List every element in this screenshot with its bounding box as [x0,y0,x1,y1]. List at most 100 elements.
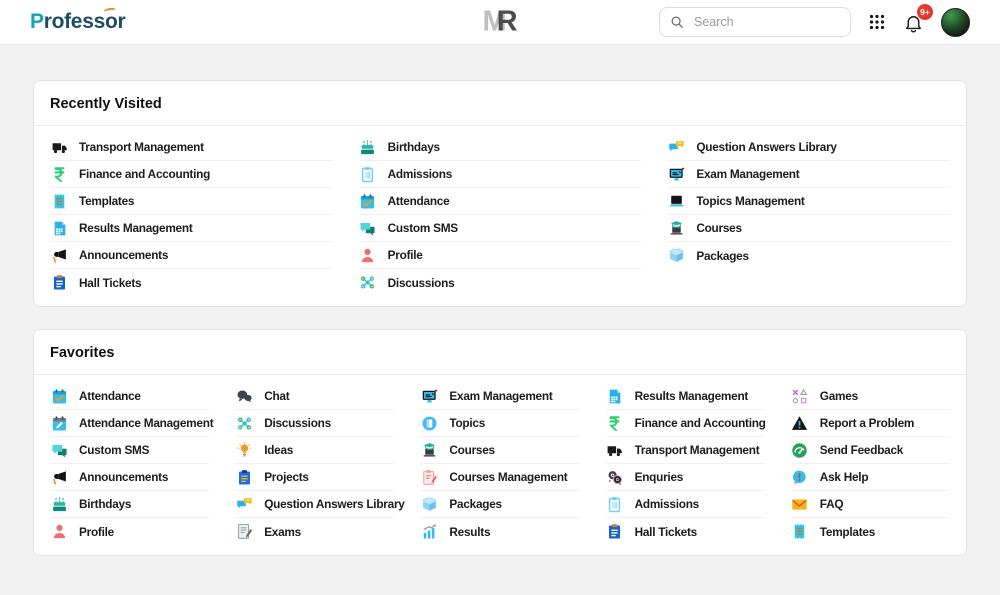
menu-item-packages[interactable]: Packages [667,242,950,269]
menu-item-label: Courses [449,443,495,457]
menu-item-profile[interactable]: Profile [358,242,642,269]
menu-item-courses[interactable]: Courses [420,437,580,464]
menu-item-enquries[interactable]: Enquries [605,464,765,491]
search-input[interactable] [692,14,840,30]
bar-chart-icon [420,523,438,541]
calendar-check-icon [50,387,68,405]
menu-item-birthdays[interactable]: Birthdays [50,491,210,518]
apps-grid-button[interactable] [868,13,886,31]
menu-item-question-answers-library[interactable]: Question Answers Library [667,134,950,161]
menu-item-announcements[interactable]: Announcements [50,242,333,269]
brand-letter-o: o [103,7,118,34]
menu-item-report-a-problem[interactable]: Report a Problem [790,410,950,437]
brand-letter-p: P [30,10,44,33]
warning-triangle-icon [791,414,809,432]
menu-item-announcements[interactable]: Announcements [50,464,210,491]
menu-item-topics[interactable]: Topics [420,410,580,437]
menu-item-label: Question Answers Library [696,140,837,154]
menu-item-label: Profile [387,248,423,262]
receipt-icon [791,523,809,541]
menu-item-packages[interactable]: Packages [420,491,580,518]
menu-column: Exam Management Topics Courses Courses Mana… [420,383,580,545]
chat-dark-icon [235,387,253,405]
truck-icon [50,138,68,156]
menu-item-attendance[interactable]: Attendance [50,383,210,410]
menu-item-custom-sms[interactable]: Custom SMS [50,437,210,464]
menu-item-label: Custom SMS [79,443,150,457]
menu-item-ideas[interactable]: Ideas [235,437,395,464]
menu-item-attendance-management[interactable]: Attendance Management [50,410,214,437]
menu-item-templates[interactable]: Templates [791,518,950,545]
menu-item-courses[interactable]: Courses [667,215,950,242]
menu-item-results-management[interactable]: Results Management [50,215,333,242]
menu-item-label: Hall Tickets [634,524,698,539]
brand-logo[interactable]: Profess o r [30,7,126,34]
menu-item-question-answers-library[interactable]: Question Answers Library [235,491,405,518]
network-icon [235,414,253,432]
menu-item-results[interactable]: Results [420,518,579,545]
network-icon [359,274,377,292]
menu-item-exam-management[interactable]: Exam Management [667,161,950,188]
menu-item-label: Custom SMS [387,221,459,235]
menu-item-templates[interactable]: Templates [50,188,333,215]
menu-item-label: Attendance [387,194,450,208]
menu-item-courses-management[interactable]: Courses Management [420,464,580,491]
rupee-icon [50,165,68,183]
menu-item-exams[interactable]: Exams [235,518,394,545]
menu-item-projects[interactable]: Projects [235,464,395,491]
notifications-button[interactable]: 9+ [903,3,933,33]
megaphone-icon [50,246,68,264]
menu-item-label: Packages [449,497,502,511]
document-grid-icon [606,387,624,405]
menu-item-label: Attendance Management [79,416,214,430]
mr-logo-r: R [496,5,518,38]
menu-item-label: Finance and Accounting [79,167,211,181]
search-box[interactable] [659,7,851,37]
user-avatar[interactable] [941,7,970,37]
menu-item-ask-help[interactable]: Ask Help [790,464,950,491]
clipboard-light-icon [359,165,377,183]
menu-item-finance-and-accounting[interactable]: Finance and Accounting [50,161,333,188]
menu-item-profile[interactable]: Profile [50,518,209,545]
menu-item-label: Enquries [634,470,684,484]
menu-item-label: Courses [696,221,742,235]
menu-column: Results Management Finance and Accounting… [605,383,766,545]
menu-item-send-feedback[interactable]: Send Feedback [790,437,950,464]
menu-item-hall-tickets[interactable]: Hall Tickets [606,518,765,545]
menu-item-transport-management[interactable]: Transport Management [50,134,333,161]
menu-item-label: Attendance [79,389,141,403]
menu-item-admissions[interactable]: Admissions [605,491,765,518]
menu-item-chat[interactable]: Chat [235,383,395,410]
menu-item-custom-sms[interactable]: Custom SMS [358,215,642,242]
truck-icon [606,441,624,459]
game-shapes-icon [791,387,809,405]
menu-item-attendance[interactable]: Attendance [358,188,642,215]
recently-visited-card: Recently Visited Transport Management Fina… [33,80,967,307]
menu-item-transport-management[interactable]: Transport Management [605,437,765,464]
menu-item-faq[interactable]: FAQ [790,491,950,518]
card-title: Recently Visited [34,81,966,126]
menu-item-label: Report a Problem [819,416,915,430]
menu-item-label: Ideas [264,443,294,457]
menu-item-label: Results Management [634,389,749,403]
clipboard-blue-icon [50,274,68,292]
document-grid-icon [50,219,68,237]
menu-item-games[interactable]: Games [790,383,950,410]
menu-item-birthdays[interactable]: Birthdays [358,134,642,161]
course-laptop-icon [420,441,438,459]
menu-item-finance-and-accounting[interactable]: Finance and Accounting [605,410,766,437]
laptop-icon [667,192,685,210]
menu-item-discussions[interactable]: Discussions [359,269,642,296]
menu-item-hall-tickets[interactable]: Hall Tickets [50,269,333,296]
package-box-icon [667,247,685,265]
clipboard-blue-icon [606,523,624,541]
menu-item-label: Templates [819,524,876,539]
menu-item-results-management[interactable]: Results Management [605,383,765,410]
cake-icon [359,138,377,156]
megaphone-icon [50,468,68,486]
menu-item-discussions[interactable]: Discussions [235,410,395,437]
calendar-check-icon [359,192,377,210]
menu-item-admissions[interactable]: Admissions [358,161,642,188]
menu-item-topics-management[interactable]: Topics Management [667,188,950,215]
menu-item-exam-management[interactable]: Exam Management [420,383,580,410]
